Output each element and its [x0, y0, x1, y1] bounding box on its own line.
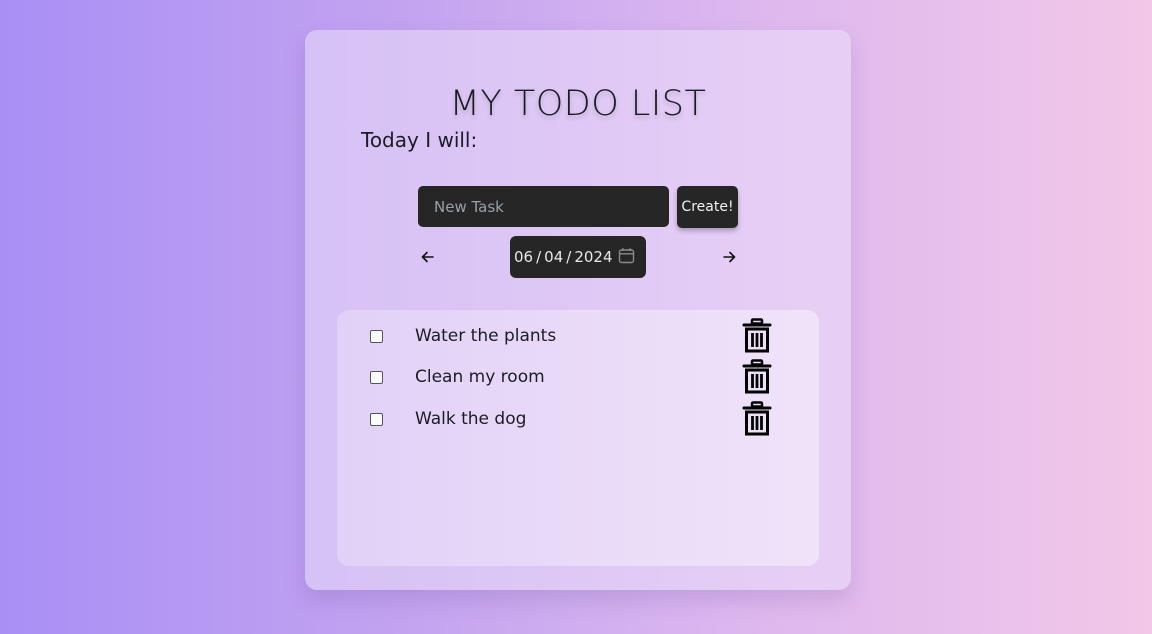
date-year[interactable]: 2024 — [574, 248, 612, 266]
date-month[interactable]: 06 — [514, 248, 533, 266]
today-label: Today I will: — [361, 128, 478, 152]
task-list: Water the plants Clean my room Walk the … — [337, 310, 819, 566]
task-label: Walk the dog — [415, 409, 527, 429]
trash-icon[interactable] — [741, 401, 773, 437]
task-checkbox[interactable] — [370, 413, 383, 426]
create-button[interactable]: Create! — [677, 186, 738, 228]
page-title: MY TODO LIST — [449, 84, 707, 124]
arrow-right-icon — [718, 246, 740, 268]
prev-day-button[interactable] — [417, 246, 439, 268]
list-item: Water the plants — [337, 318, 819, 358]
todo-card: MY TODO LIST Today I will: Create! 06 / … — [305, 30, 851, 590]
list-item: Walk the dog — [337, 401, 819, 441]
date-separator: / — [566, 248, 572, 266]
date-day[interactable]: 04 — [544, 248, 563, 266]
next-day-button[interactable] — [718, 246, 740, 268]
date-separator: / — [536, 248, 542, 266]
new-task-input[interactable] — [418, 186, 669, 227]
task-checkbox[interactable] — [370, 371, 383, 384]
trash-icon[interactable] — [741, 359, 773, 395]
date-picker[interactable]: 06 / 04 / 2024 — [510, 236, 646, 278]
task-checkbox[interactable] — [370, 330, 383, 343]
task-label: Clean my room — [415, 367, 545, 387]
list-item: Clean my room — [337, 359, 819, 399]
task-label: Water the plants — [415, 326, 557, 346]
arrow-left-icon — [417, 246, 439, 268]
trash-icon[interactable] — [741, 318, 773, 354]
calendar-icon[interactable] — [618, 247, 635, 268]
